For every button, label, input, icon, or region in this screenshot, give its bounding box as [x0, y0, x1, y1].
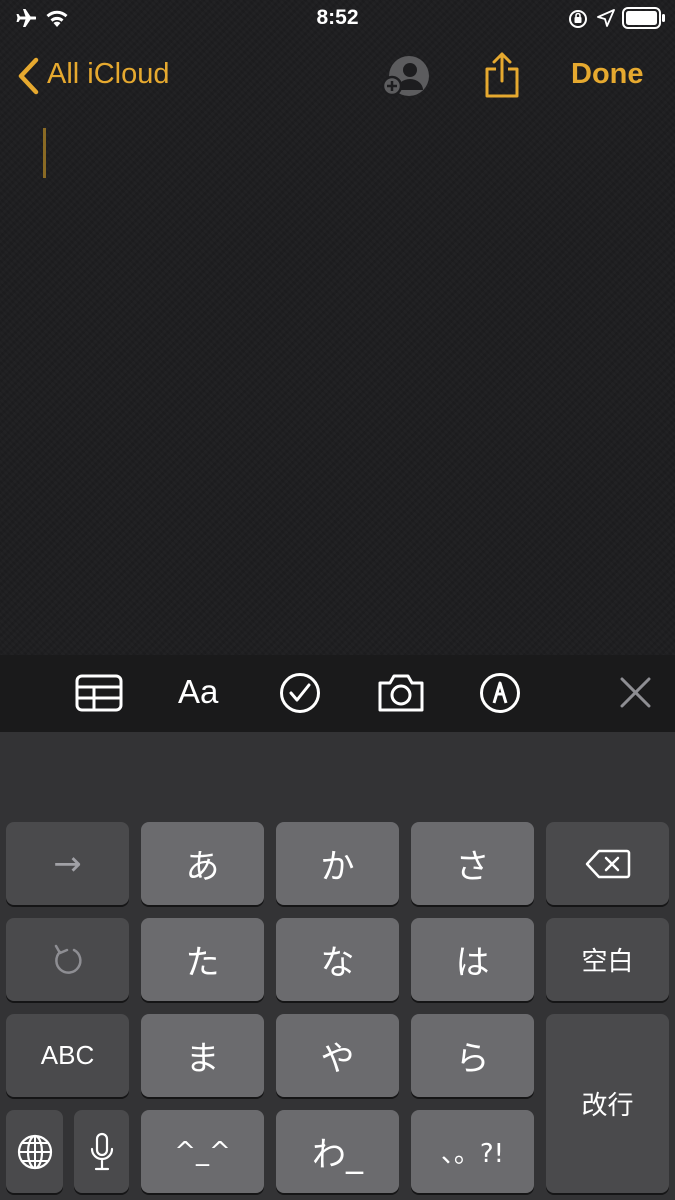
key-ta[interactable]: た	[141, 918, 264, 1001]
add-person-icon[interactable]	[381, 54, 433, 100]
text-format-button[interactable]: Aa	[178, 673, 218, 711]
delete-icon	[585, 849, 630, 878]
key-ra[interactable]: ら	[411, 1014, 534, 1097]
return-key-label: 改行	[581, 1091, 634, 1121]
markup-icon[interactable]	[479, 672, 521, 714]
chevron-left-icon[interactable]	[16, 57, 40, 95]
camera-icon[interactable]	[377, 673, 425, 713]
kaomoji-key[interactable]: ^_^	[141, 1110, 264, 1193]
key-a[interactable]: あ	[141, 822, 264, 905]
delete-key[interactable]	[546, 822, 669, 905]
space-key[interactable]: 空白	[546, 918, 669, 1001]
key-na[interactable]: な	[276, 918, 399, 1001]
key-sa[interactable]: さ	[411, 822, 534, 905]
key-ka[interactable]: か	[276, 822, 399, 905]
close-icon[interactable]	[619, 676, 652, 709]
key-ra-label: ら	[455, 1039, 490, 1079]
punctuation-key-label: 、。?!	[440, 1139, 505, 1169]
key-ma-label: ま	[185, 1039, 220, 1079]
mic-icon	[90, 1132, 113, 1170]
return-key[interactable]: 改行	[546, 1014, 669, 1193]
checklist-icon[interactable]	[279, 672, 321, 714]
status-bar: 8:52	[0, 0, 675, 38]
abc-key-label: ABC	[40, 1040, 95, 1070]
key-ta-label: た	[185, 943, 220, 983]
globe-icon	[17, 1134, 52, 1169]
text-cursor	[43, 128, 46, 178]
undo-icon	[54, 944, 82, 974]
punctuation-key[interactable]: 、。?!	[411, 1110, 534, 1193]
key-ha[interactable]: は	[411, 918, 534, 1001]
abc-key[interactable]: ABC	[6, 1014, 129, 1097]
done-button[interactable]: Done	[571, 58, 644, 91]
key-ya[interactable]: や	[276, 1014, 399, 1097]
orientation-lock-icon	[569, 10, 587, 28]
kaomoji-key-label: ^_^	[174, 1136, 231, 1167]
next-candidate-label: →	[53, 843, 82, 884]
key-ya-label: や	[320, 1039, 355, 1079]
undo-key[interactable]	[6, 918, 129, 1001]
space-key-label: 空白	[581, 947, 634, 977]
globe-key[interactable]	[6, 1110, 63, 1193]
key-ha-label: は	[455, 943, 490, 983]
key-wa-label: わ_	[312, 1135, 363, 1175]
location-icon	[597, 9, 615, 27]
key-a-label: あ	[185, 847, 220, 887]
table-icon[interactable]	[75, 674, 123, 712]
share-icon[interactable]	[484, 52, 520, 98]
dictation-key[interactable]	[74, 1110, 129, 1193]
battery-icon	[622, 7, 665, 29]
back-button[interactable]: All iCloud	[47, 58, 170, 91]
key-wa[interactable]: わ_	[276, 1110, 399, 1193]
note-body[interactable]	[0, 0, 675, 655]
next-candidate-key[interactable]: →	[6, 822, 129, 905]
key-na-label: な	[320, 943, 355, 983]
key-ka-label: か	[320, 847, 355, 887]
key-sa-label: さ	[455, 847, 490, 887]
key-ma[interactable]: ま	[141, 1014, 264, 1097]
